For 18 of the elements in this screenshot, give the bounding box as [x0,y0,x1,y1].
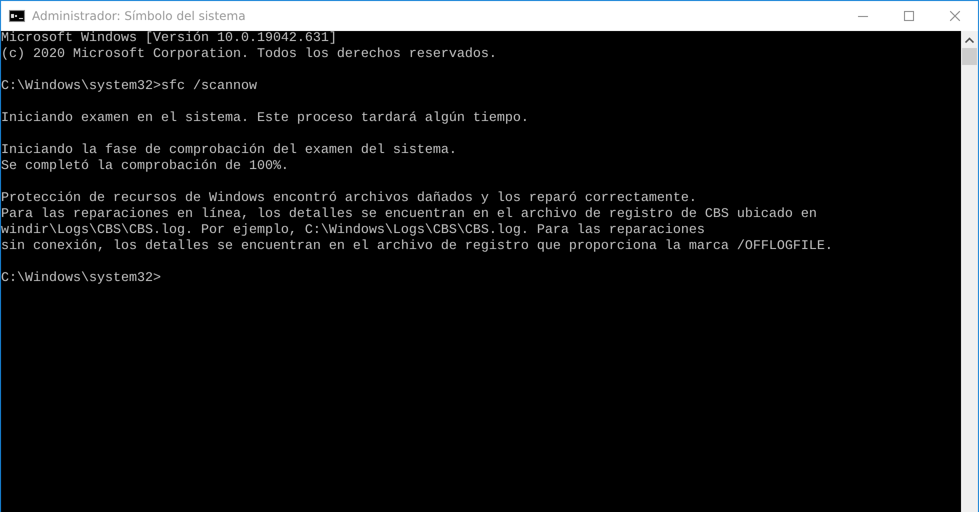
console-line: C:\Windows\system32>sfc /scannow [1,79,258,95]
console-line: sin conexión, los detalles se encuentran en el archivo de registro que proporciona la marca /OFFLOGFILE. [1,239,834,255]
console-line: (c) 2020 Microsoft Corporation. Todos los derechos reservados. [1,47,498,63]
maximize-icon[interactable] [904,11,914,21]
window-title: Administrador: Símbolo del sistema [32,9,246,23]
scroll-thumb[interactable] [962,48,977,65]
console-line: Iniciando la fase de comprobación del examen del sistema. [1,143,458,159]
console-line: Para las reparaciones en línea, los detalles se encuentran en el archivo de registro de CBS ubicado en [1,207,818,223]
console-line: Iniciando examen en el sistema. Este proceso tardará algún tiempo. [1,111,530,127]
close-icon[interactable] [950,11,960,21]
console-line: Protección de recursos de Windows encontró archivos dañados y los reparó correctamente. [1,191,698,207]
terminal-icon [9,10,25,22]
vertical-scrollbar[interactable] [961,31,978,512]
console-line: windir\Logs\CBS\CBS.log. Por ejemplo, C:\Windows\Logs\CBS\CBS.log. Para las reparaciones [1,223,706,239]
console-line: Se completó la comprobación de 100%. [1,159,290,175]
console-line: Microsoft Windows [Versión 10.0.19042.631] [1,31,338,47]
console-line: C:\Windows\system32> [1,271,162,287]
scroll-up-icon[interactable] [965,37,974,43]
